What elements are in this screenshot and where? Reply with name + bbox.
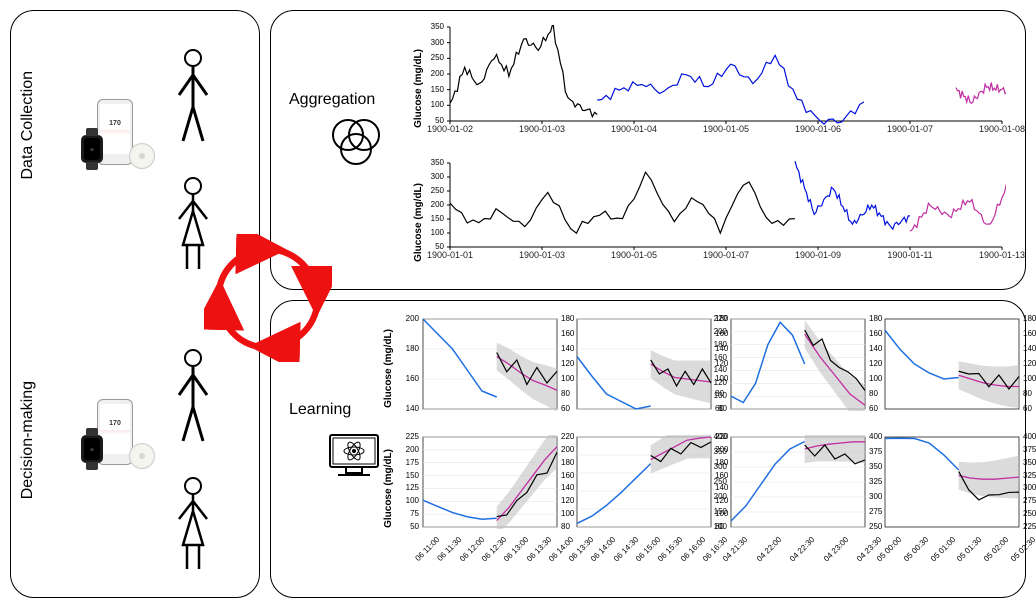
ytick: 200 xyxy=(418,200,444,209)
learning-mini-chart xyxy=(575,317,713,411)
learning-mini-chart xyxy=(421,317,559,411)
xtick: 1900-01-11 xyxy=(876,250,944,260)
venn-diagram-icon xyxy=(326,111,386,171)
xtick: 1900-01-13 xyxy=(968,250,1036,260)
ytick: 100 xyxy=(418,100,444,109)
ytick: 250 xyxy=(418,186,444,195)
xtick: 1900-01-08 xyxy=(968,124,1036,134)
female-person-icon xyxy=(171,475,215,575)
xtick: 1900-01-04 xyxy=(600,124,668,134)
aggregation-panel: Aggregation Glucose (mg/dL) Glucose (mg/… xyxy=(270,10,1026,290)
ytick: 50 xyxy=(393,522,419,531)
xtick: 1900-01-07 xyxy=(692,250,760,260)
xtick: 1900-01-06 xyxy=(784,124,852,134)
learning-mini-chart xyxy=(729,435,867,529)
xtick: 1900-01-02 xyxy=(416,124,484,134)
cycle-arrows-icon xyxy=(204,234,332,362)
xtick: 1900-01-05 xyxy=(692,124,760,134)
ytick: 200 xyxy=(418,69,444,78)
ytick: 160 xyxy=(393,374,419,383)
ytick: 300 xyxy=(418,38,444,47)
ytick: 180 xyxy=(701,340,727,349)
smartwatch-icon: ⊙ xyxy=(81,435,103,463)
ytick: 300 xyxy=(418,172,444,181)
ytick: 225 xyxy=(393,432,419,441)
ytick: 350 xyxy=(701,447,727,456)
learning-label: Learning xyxy=(289,401,351,419)
ytick: 150 xyxy=(701,507,727,516)
ytick: 100 xyxy=(1023,374,1036,383)
learning-mini-chart xyxy=(883,435,1021,529)
male-person-icon xyxy=(171,347,215,447)
monitor-atom-icon xyxy=(326,431,382,481)
ytick: 350 xyxy=(418,158,444,167)
ytick: 250 xyxy=(418,53,444,62)
ytick: 80 xyxy=(701,404,727,413)
ytick: 200 xyxy=(701,492,727,501)
cgm-sensor-icon xyxy=(129,443,155,469)
ylabel: Glucose (mg/dL) xyxy=(383,329,394,408)
xtick: 1900-01-03 xyxy=(508,250,576,260)
ytick: 200 xyxy=(701,327,727,336)
ytick: 180 xyxy=(393,344,419,353)
learning-mini-chart xyxy=(575,435,713,529)
male-person-icon xyxy=(171,47,215,147)
ytick: 100 xyxy=(701,522,727,531)
xtick: 1900-01-07 xyxy=(876,124,944,134)
ytick: 400 xyxy=(1023,432,1036,441)
ytick: 150 xyxy=(418,214,444,223)
smartwatch-icon: ⊙ xyxy=(81,135,103,163)
ytick: 350 xyxy=(1023,458,1036,467)
ytick: 160 xyxy=(701,353,727,362)
xtick: 1900-01-01 xyxy=(416,250,484,260)
ytick: 375 xyxy=(1023,445,1036,454)
xtick: 1900-01-05 xyxy=(600,250,668,260)
ytick: 300 xyxy=(1023,483,1036,492)
learning-panel: Learning Glucose (mg/dL) Glucose (mg/dL)… xyxy=(270,300,1026,598)
ytick: 250 xyxy=(701,477,727,486)
ytick: 160 xyxy=(1023,329,1036,338)
ytick: 120 xyxy=(701,378,727,387)
ytick: 100 xyxy=(393,496,419,505)
learning-mini-chart xyxy=(729,317,867,411)
ytick: 325 xyxy=(1023,471,1036,480)
cgm-sensor-icon xyxy=(129,143,155,169)
ytick: 80 xyxy=(1023,389,1036,398)
ytick: 175 xyxy=(393,458,419,467)
aggregation-chart-top xyxy=(446,25,1006,135)
ytick: 250 xyxy=(1023,509,1036,518)
ytick: 120 xyxy=(1023,359,1036,368)
ytick: 100 xyxy=(701,391,727,400)
learning-mini-chart xyxy=(421,435,559,529)
aggregation-label: Aggregation xyxy=(289,91,375,109)
ytick: 60 xyxy=(1023,404,1036,413)
ytick: 350 xyxy=(418,22,444,31)
ytick: 400 xyxy=(701,432,727,441)
xtick: 1900-01-09 xyxy=(784,250,852,260)
ytick: 300 xyxy=(701,462,727,471)
ytick: 100 xyxy=(418,228,444,237)
devices-top: 170 ⊙ xyxy=(71,99,161,179)
learning-mini-chart xyxy=(883,317,1021,411)
ytick: 225 xyxy=(1023,522,1036,531)
ytick: 180 xyxy=(1023,314,1036,323)
devices-bottom: 170 ⊙ xyxy=(71,399,161,479)
ytick: 125 xyxy=(393,483,419,492)
ytick: 140 xyxy=(701,365,727,374)
ytick: 150 xyxy=(418,85,444,94)
ytick: 140 xyxy=(1023,344,1036,353)
xtick: 1900-01-03 xyxy=(508,124,576,134)
aggregation-chart-bottom xyxy=(446,161,1006,261)
ytick: 220 xyxy=(701,314,727,323)
data-collection-label: Data Collection xyxy=(19,71,37,180)
decision-making-label: Decision-making xyxy=(19,381,37,499)
ytick: 75 xyxy=(393,509,419,518)
ytick: 150 xyxy=(393,471,419,480)
ytick: 140 xyxy=(393,404,419,413)
ytick: 200 xyxy=(393,314,419,323)
ytick: 200 xyxy=(393,445,419,454)
ytick: 275 xyxy=(1023,496,1036,505)
